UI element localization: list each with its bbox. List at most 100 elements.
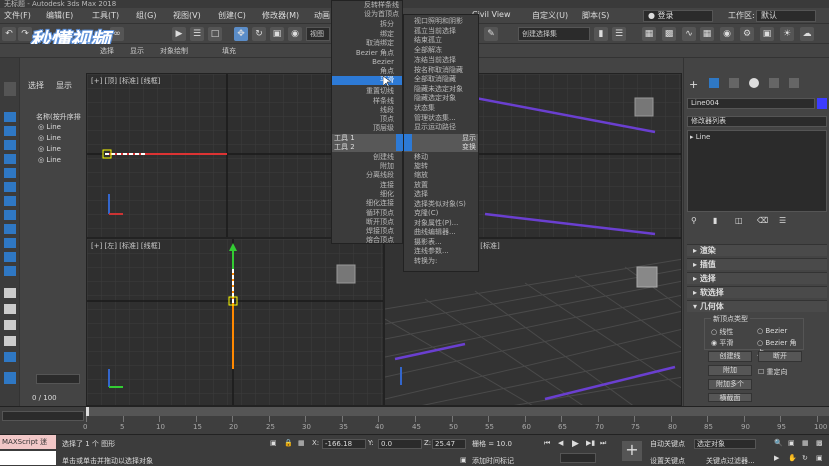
- zoom-extents-icon[interactable]: ▦: [802, 439, 809, 447]
- ribbon-display[interactable]: 显示: [130, 46, 144, 56]
- viewport-left-label[interactable]: [+] [左] [标准] [线框]: [91, 241, 160, 251]
- modify-tab-icon[interactable]: [709, 78, 719, 88]
- align-icon[interactable]: ☰: [612, 27, 626, 41]
- configure-sets-icon[interactable]: ☰: [779, 216, 786, 225]
- eye-icon[interactable]: ◎: [38, 145, 44, 153]
- menu-item-select[interactable]: 选择: [414, 190, 428, 199]
- tab-select[interactable]: 选择: [28, 80, 44, 91]
- explorer-expand-icon[interactable]: [4, 372, 16, 384]
- menu-item-attach[interactable]: 附加: [380, 162, 394, 171]
- menu-item-cycle-vertices[interactable]: 循环顶点: [366, 209, 394, 218]
- name-column-header[interactable]: 名称(按升序排: [36, 112, 81, 122]
- menu-view[interactable]: 视图(V): [173, 10, 201, 21]
- menu-item-refine[interactable]: 细化: [380, 190, 394, 199]
- fov-icon[interactable]: ▶: [774, 454, 779, 462]
- mirror-icon[interactable]: ▮: [594, 27, 608, 41]
- reorient-checkbox[interactable]: ☐ 重定向: [758, 367, 788, 377]
- reference-coord-combo[interactable]: 视图: [306, 27, 330, 41]
- menu-item-break-vertices[interactable]: 断开顶点: [366, 218, 394, 227]
- list-item[interactable]: ◎ Line: [38, 144, 61, 154]
- menu-item-corner[interactable]: 角点: [380, 67, 394, 76]
- display-all-icon[interactable]: [4, 288, 16, 298]
- menu-item-create-line[interactable]: 创建线: [373, 153, 394, 162]
- attach-mult-button[interactable]: 附加多个: [708, 379, 752, 390]
- curve-editor-icon[interactable]: ∿: [682, 27, 696, 41]
- menu-item-state-sets[interactable]: 状态集: [414, 104, 435, 113]
- menu-animation[interactable]: 动画: [314, 10, 330, 21]
- stack-item-line[interactable]: ▸ Line: [690, 133, 710, 141]
- menu-item-clone[interactable]: 克隆(C): [414, 209, 438, 218]
- menu-item-dope-sheet[interactable]: 摄影表...: [414, 238, 442, 247]
- menu-item-freeze-selection[interactable]: 冻结当前选择: [414, 56, 456, 65]
- key-mode-combo[interactable]: 选定对象: [694, 439, 756, 449]
- pin-stack-icon[interactable]: ⚲: [691, 216, 697, 225]
- menu-item-top-level[interactable]: 顶层级: [373, 124, 394, 133]
- ribbon-object-paint[interactable]: 对象绘制: [160, 46, 188, 56]
- menu-item-weld-vertices[interactable]: 焊接顶点: [366, 227, 394, 236]
- select-object-icon[interactable]: ▶: [172, 27, 186, 41]
- menu-item-unbind[interactable]: 取消绑定: [366, 39, 394, 48]
- time-slider[interactable]: [2, 411, 84, 421]
- radio-bezier[interactable]: ○ Bezier: [757, 327, 787, 335]
- ribbon-populate[interactable]: 填充: [222, 46, 236, 56]
- edit-named-selection-icon[interactable]: ✎: [484, 27, 498, 41]
- pan-icon[interactable]: ✋: [788, 454, 797, 462]
- undo-icon[interactable]: ↶: [2, 27, 16, 41]
- link-icon[interactable]: ∞: [110, 27, 124, 41]
- list-item[interactable]: ◎ Line: [38, 122, 61, 132]
- menu-modifiers[interactable]: 修改器(M): [262, 10, 299, 21]
- move-icon[interactable]: ✥: [234, 27, 248, 41]
- radio-linear[interactable]: ○ 线性: [711, 327, 733, 337]
- remove-modifier-icon[interactable]: ⌫: [757, 216, 768, 225]
- list-item[interactable]: ◎ Line: [38, 155, 61, 165]
- menu-item-segment[interactable]: 线段: [380, 106, 394, 115]
- schematic-view-icon[interactable]: ▦: [700, 27, 714, 41]
- radio-smooth[interactable]: ◉ 平滑: [711, 338, 733, 348]
- menu-scripting[interactable]: 脚本(S): [582, 10, 609, 21]
- ribbon-toggle-icon[interactable]: ▩: [662, 27, 676, 41]
- tab-display[interactable]: 显示: [56, 80, 72, 91]
- set-key-icon[interactable]: +: [622, 441, 642, 461]
- menu-group[interactable]: 组(G): [136, 10, 156, 21]
- utilities-tab-icon[interactable]: [789, 78, 799, 88]
- menu-item-end-isolate[interactable]: 结束孤立: [414, 36, 442, 45]
- play-icon[interactable]: ▶: [572, 439, 579, 449]
- select-by-name-icon[interactable]: ☰: [190, 27, 204, 41]
- display-tab-icon[interactable]: [769, 78, 779, 88]
- menu-item-convert-to[interactable]: 转换为:: [414, 257, 437, 266]
- layer-icon[interactable]: [4, 352, 16, 362]
- lock-icon[interactable]: 🔒: [284, 439, 293, 447]
- place-icon[interactable]: ◉: [288, 27, 302, 41]
- menu-item-unhide-all[interactable]: 全部取消隐藏: [414, 75, 456, 84]
- viewport-top-label[interactable]: [+] [顶] [标准] [线框]: [91, 76, 160, 86]
- display-xrefs-icon[interactable]: [4, 224, 16, 234]
- display-frozen-icon[interactable]: [4, 266, 16, 276]
- attach-button[interactable]: 附加: [708, 365, 752, 376]
- rect-selection-icon[interactable]: □: [208, 27, 222, 41]
- display-cameras-icon[interactable]: [4, 168, 16, 178]
- menu-item-wire-parameters[interactable]: 连线参数...: [414, 247, 449, 256]
- menu-item-place[interactable]: 放置: [414, 181, 428, 190]
- add-time-tag-icon[interactable]: ▣: [460, 456, 467, 464]
- rollout-soft-selection[interactable]: ▸ 软选择: [687, 286, 827, 298]
- zoom-all-icon[interactable]: ▣: [788, 439, 795, 447]
- rollout-geometry[interactable]: ▾ 几何体: [687, 300, 827, 312]
- go-to-start-icon[interactable]: ⏮: [544, 439, 550, 448]
- previous-frame-icon[interactable]: ◀: [558, 439, 563, 447]
- orbit-icon[interactable]: ↻: [802, 454, 808, 462]
- menu-item-reset-tangents[interactable]: 重置切线: [366, 87, 394, 96]
- rollout-rendering[interactable]: ▸ 渲染: [687, 244, 827, 256]
- cross-section-button[interactable]: 横截面: [708, 393, 752, 402]
- set-key-button[interactable]: 设置关键点: [650, 456, 685, 466]
- menu-item-manage-state-sets[interactable]: 管理状态集...: [414, 114, 456, 123]
- maximize-viewport-icon[interactable]: ▣: [816, 454, 823, 462]
- menu-edit[interactable]: 编辑(E): [46, 10, 73, 21]
- menu-item-curve-editor[interactable]: 曲线编辑器...: [414, 228, 456, 237]
- rollout-interpolation[interactable]: ▸ 插值: [687, 258, 827, 270]
- explorer-search-field[interactable]: [36, 374, 80, 384]
- display-helpers-icon[interactable]: [4, 182, 16, 192]
- menu-item-reverse[interactable]: 反转样条线: [364, 1, 399, 10]
- next-frame-icon[interactable]: ▶▮: [586, 439, 595, 447]
- create-line-button[interactable]: 创建线: [708, 351, 752, 362]
- maxscript-listener[interactable]: MAXScript 迷: [0, 435, 56, 449]
